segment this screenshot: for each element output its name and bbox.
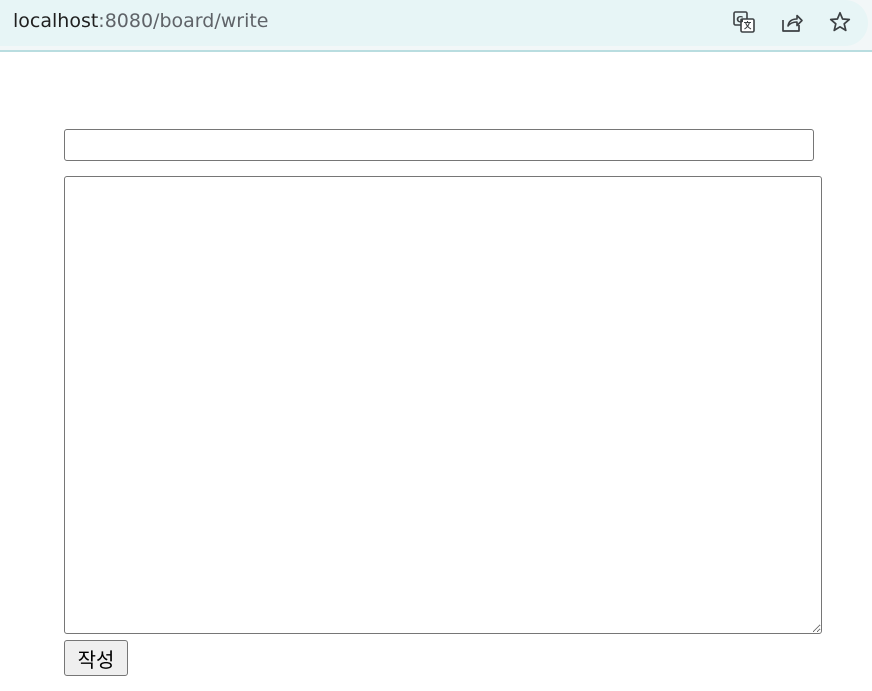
submit-button[interactable]: 작성 [64,640,128,676]
browser-toolbar: localhost:8080/board/write G [0,0,872,52]
star-icon[interactable] [827,9,853,35]
title-input[interactable] [64,129,814,161]
url-text[interactable]: localhost:8080/board/write [13,10,269,32]
share-icon[interactable] [779,9,805,35]
url-host: localhost [13,10,99,32]
content-textarea[interactable] [64,176,822,634]
translate-icon[interactable]: G [731,9,757,35]
url-path: :8080/board/write [98,10,269,32]
svg-text:G: G [736,15,743,25]
